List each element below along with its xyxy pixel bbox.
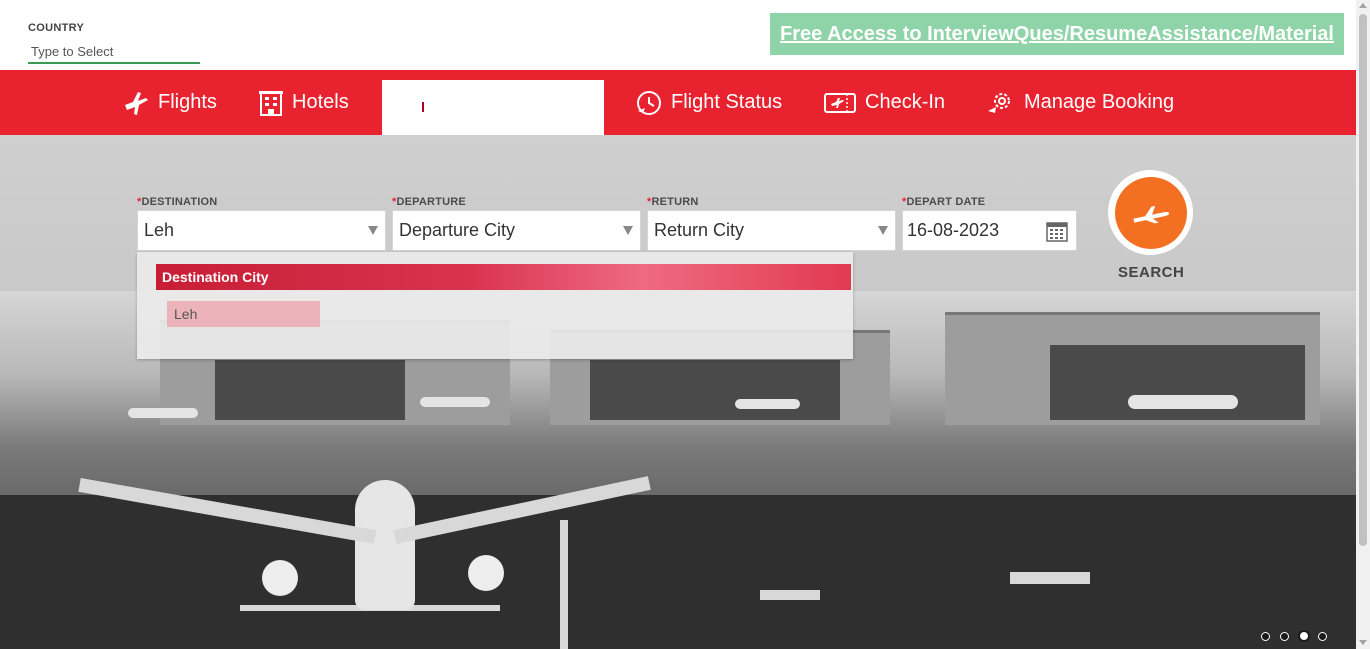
destination-label: *DESTINATION xyxy=(137,196,218,208)
nav-flights[interactable]: Flights xyxy=(122,70,217,135)
destination-dropdown: Destination City Leh xyxy=(137,252,853,359)
country-input[interactable] xyxy=(28,40,200,64)
promo-link[interactable]: Free Access to InterviewQues/ResumeAssis… xyxy=(780,23,1334,46)
nav-flights-label: Flights xyxy=(158,91,217,113)
plane-icon xyxy=(1132,205,1169,223)
flight-status-icon xyxy=(637,90,661,115)
dropdown-option[interactable]: Leh xyxy=(167,301,320,327)
departure-select[interactable]: Departure City xyxy=(392,210,641,251)
return-select[interactable]: Return City xyxy=(647,210,896,251)
scroll-down-arrow-icon[interactable] xyxy=(1359,640,1367,645)
dropdown-header: Destination City xyxy=(156,264,851,290)
departure-label: *DEPARTURE xyxy=(392,196,466,208)
nav-hotels-label: Hotels xyxy=(292,91,349,113)
ticket-icon xyxy=(824,92,856,113)
calendar-icon[interactable] xyxy=(1046,220,1068,242)
chevron-down-icon xyxy=(878,226,888,235)
nav-check-in[interactable]: Check-In xyxy=(823,70,945,135)
destination-select[interactable]: Leh xyxy=(137,210,386,251)
page: COUNTRY Free Access to InterviewQues/Res… xyxy=(0,0,1370,649)
search-button-circle xyxy=(1114,176,1187,249)
nav-hotels[interactable]: Hotels xyxy=(258,70,349,135)
promo-banner: Free Access to InterviewQues/ResumeAssis… xyxy=(770,13,1344,55)
carousel-dot[interactable] xyxy=(1280,632,1289,641)
return-value: Return City xyxy=(654,220,745,240)
nav-flight-status[interactable]: Flight Status xyxy=(635,70,782,135)
plane-icon xyxy=(125,91,148,115)
main-nav: Flights Hotels Flight Status Check-In Ma… xyxy=(0,70,1356,135)
scrollbar[interactable] xyxy=(1356,0,1370,649)
manage-booking-icon xyxy=(988,92,1010,113)
nav-manage-booking[interactable]: Manage Booking xyxy=(986,70,1174,135)
nav-active-tab[interactable] xyxy=(382,80,604,135)
scroll-up-arrow-icon[interactable] xyxy=(1359,3,1367,8)
nav-check-in-label: Check-In xyxy=(865,91,946,113)
carousel-dot[interactable] xyxy=(1261,632,1270,641)
tab-marker xyxy=(422,102,424,112)
scrollbar-thumb[interactable] xyxy=(1359,14,1367,546)
country-label: COUNTRY xyxy=(28,22,85,34)
depart-date-label: *DEPART DATE xyxy=(902,196,986,208)
hotel-icon xyxy=(259,90,283,116)
destination-value: Leh xyxy=(144,220,175,240)
search-button[interactable] xyxy=(1108,170,1193,255)
departure-value: Departure City xyxy=(399,220,516,240)
carousel-dot[interactable] xyxy=(1318,632,1327,641)
depart-date-input[interactable]: 16-08-2023 xyxy=(902,210,1077,251)
chevron-down-icon xyxy=(368,226,378,235)
search-label: SEARCH xyxy=(1118,264,1185,281)
depart-date-value: 16-08-2023 xyxy=(907,220,1000,240)
chevron-down-icon xyxy=(623,226,633,235)
return-label: *RETURN xyxy=(647,196,699,208)
nav-flight-status-label: Flight Status xyxy=(671,91,783,113)
nav-manage-booking-label: Manage Booking xyxy=(1024,91,1175,113)
carousel-dot-active[interactable] xyxy=(1298,630,1310,642)
